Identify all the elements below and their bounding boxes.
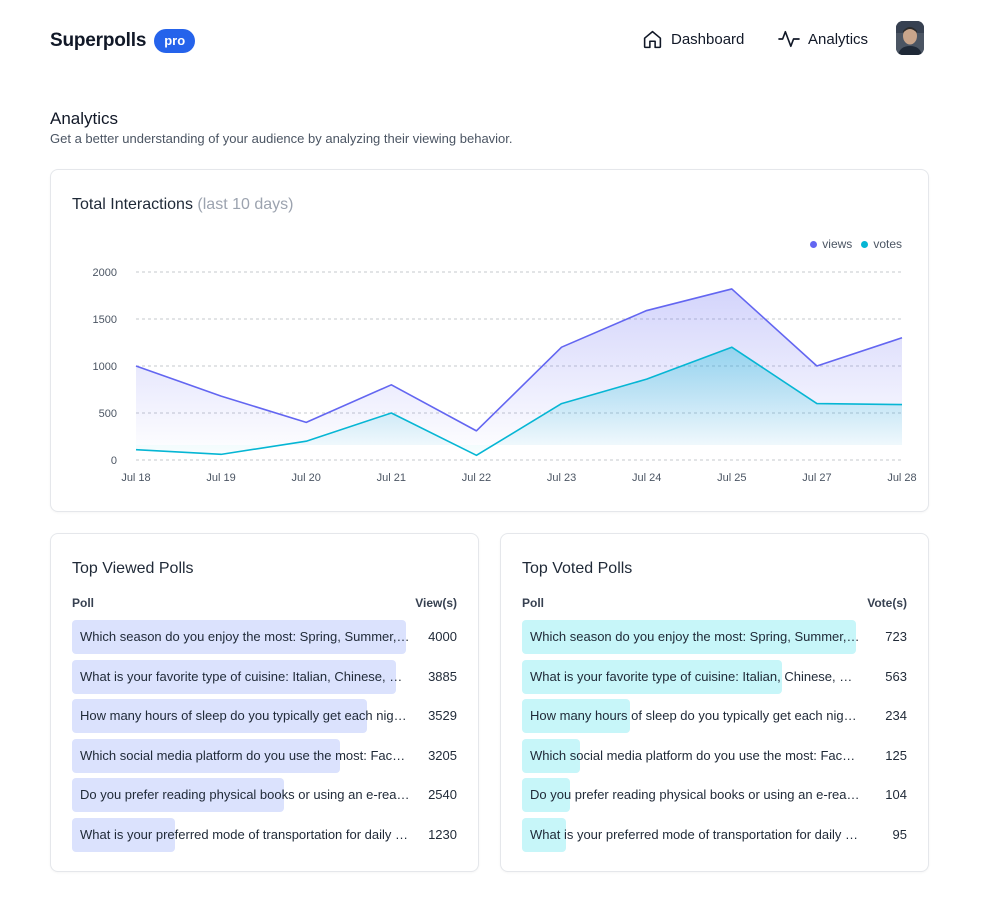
viewed-poll-label[interactable]: Which social media platform do you use t… [80, 739, 410, 773]
top-voted-title: Top Voted Polls [522, 560, 633, 577]
viewed-count: 4000 [428, 629, 457, 644]
viewed-row[interactable]: What is your favorite type of cuisine: I… [72, 659, 457, 694]
top-header: Superpolls pro Dashboard Analytics [0, 0, 984, 82]
y-tick-label: 2000 [93, 267, 117, 279]
nav-analytics[interactable]: Analytics [778, 29, 868, 49]
voted-row[interactable]: Which season do you enjoy the most: Spri… [522, 620, 907, 654]
viewed-row[interactable]: Do you prefer reading physical books or … [72, 778, 457, 813]
viewed-row[interactable]: What is your preferred mode of transport… [72, 817, 457, 852]
viewed-row[interactable]: Which social media platform do you use t… [72, 738, 457, 773]
voted-poll-label[interactable]: How many hours of sleep do you typically… [530, 699, 860, 733]
top-voted-list: Which season do you enjoy the most: Spri… [522, 620, 907, 858]
x-tick-label: Jul 21 [377, 472, 406, 484]
viewed-row[interactable]: Which season do you enjoy the most: Spri… [72, 620, 457, 654]
voted-poll-label[interactable]: Which social media platform do you use t… [530, 739, 860, 773]
x-tick-label: Jul 22 [462, 472, 491, 484]
voted-count-column-header: Vote(s) [867, 596, 907, 610]
x-tick-label: Jul 28 [887, 472, 916, 484]
voted-row[interactable]: What is your preferred mode of transport… [522, 817, 907, 852]
top-viewed-list: Which season do you enjoy the most: Spri… [72, 620, 457, 858]
y-tick-label: 500 [99, 408, 117, 420]
y-tick-label: 1000 [93, 361, 117, 373]
interactions-chart: 0 500 1000 1500 2000 Jul 18 Jul 19 Jul 20 Jul 21… [93, 267, 917, 484]
viewed-poll-label[interactable]: What is your preferred mode of transport… [80, 818, 410, 852]
top-voted-polls-card: Top Voted Polls Poll Vote(s) Which seaso… [500, 533, 929, 872]
voted-poll-label[interactable]: Which season do you enjoy the most: Spri… [530, 620, 860, 654]
viewed-count-column-header: View(s) [415, 596, 457, 610]
y-tick-label: 0 [111, 455, 117, 467]
total-interactions-card: Total Interactions (last 10 days) views … [50, 169, 929, 512]
voted-count: 95 [892, 826, 907, 842]
voted-poll-label[interactable]: What is your favorite type of cuisine: I… [530, 660, 860, 694]
x-tick-label: Jul 25 [717, 472, 746, 484]
brand[interactable]: Superpolls pro [50, 29, 196, 53]
viewed-row[interactable]: How many hours of sleep do you typically… [72, 699, 457, 734]
viewed-count: 3205 [428, 747, 457, 763]
viewed-count: 3885 [428, 668, 457, 684]
home-icon [643, 30, 662, 49]
viewed-poll-label[interactable]: What is your favorite type of cuisine: I… [80, 660, 410, 694]
x-tick-label: Jul 20 [292, 472, 321, 484]
voted-poll-column-header: Poll [522, 596, 545, 610]
voted-poll-label[interactable]: What is your preferred mode of transport… [530, 818, 860, 852]
voted-row[interactable]: Which social media platform do you use t… [522, 738, 907, 773]
viewed-count: 3529 [428, 708, 457, 724]
viewed-poll-label[interactable]: How many hours of sleep do you typically… [80, 699, 410, 733]
user-avatar[interactable] [896, 21, 924, 55]
x-tick-label: Jul 23 [547, 472, 576, 484]
top-viewed-title: Top Viewed Polls [72, 560, 194, 577]
page-title: Analytics [50, 109, 119, 128]
nav-dashboard-label: Dashboard [671, 31, 745, 48]
pro-badge: pro [154, 29, 196, 53]
voted-count: 125 [885, 747, 907, 763]
voted-count: 563 [885, 668, 907, 684]
voted-count: 104 [885, 787, 907, 803]
viewed-poll-label[interactable]: Which season do you enjoy the most: Spri… [80, 620, 410, 654]
voted-count: 723 [885, 629, 907, 644]
y-tick-label: 1500 [93, 314, 117, 326]
voted-row[interactable]: How many hours of sleep do you typically… [522, 699, 907, 734]
viewed-count: 2540 [428, 787, 457, 803]
activity-icon [778, 30, 800, 48]
viewed-count: 1230 [428, 826, 457, 842]
viewed-poll-label[interactable]: Do you prefer reading physical books or … [80, 778, 410, 812]
voted-row[interactable]: Do you prefer reading physical books or … [522, 778, 907, 813]
nav-analytics-label: Analytics [808, 30, 869, 48]
nav-dashboard[interactable]: Dashboard [642, 29, 744, 50]
viewed-poll-column-header: Poll [72, 596, 95, 610]
page-subtitle: Get a better understanding of your audie… [50, 131, 513, 146]
x-tick-label: Jul 27 [802, 472, 831, 484]
x-tick-label: Jul 19 [206, 472, 235, 484]
x-tick-label: Jul 24 [632, 472, 661, 484]
voted-row[interactable]: What is your favorite type of cuisine: I… [522, 659, 907, 694]
x-tick-label: Jul 18 [121, 472, 150, 484]
brand-name[interactable]: Superpolls [50, 30, 146, 52]
voted-count: 234 [885, 708, 907, 724]
top-viewed-polls-card: Top Viewed Polls Poll View(s) Which seas… [50, 533, 479, 872]
voted-poll-label[interactable]: Do you prefer reading physical books or … [530, 778, 860, 812]
